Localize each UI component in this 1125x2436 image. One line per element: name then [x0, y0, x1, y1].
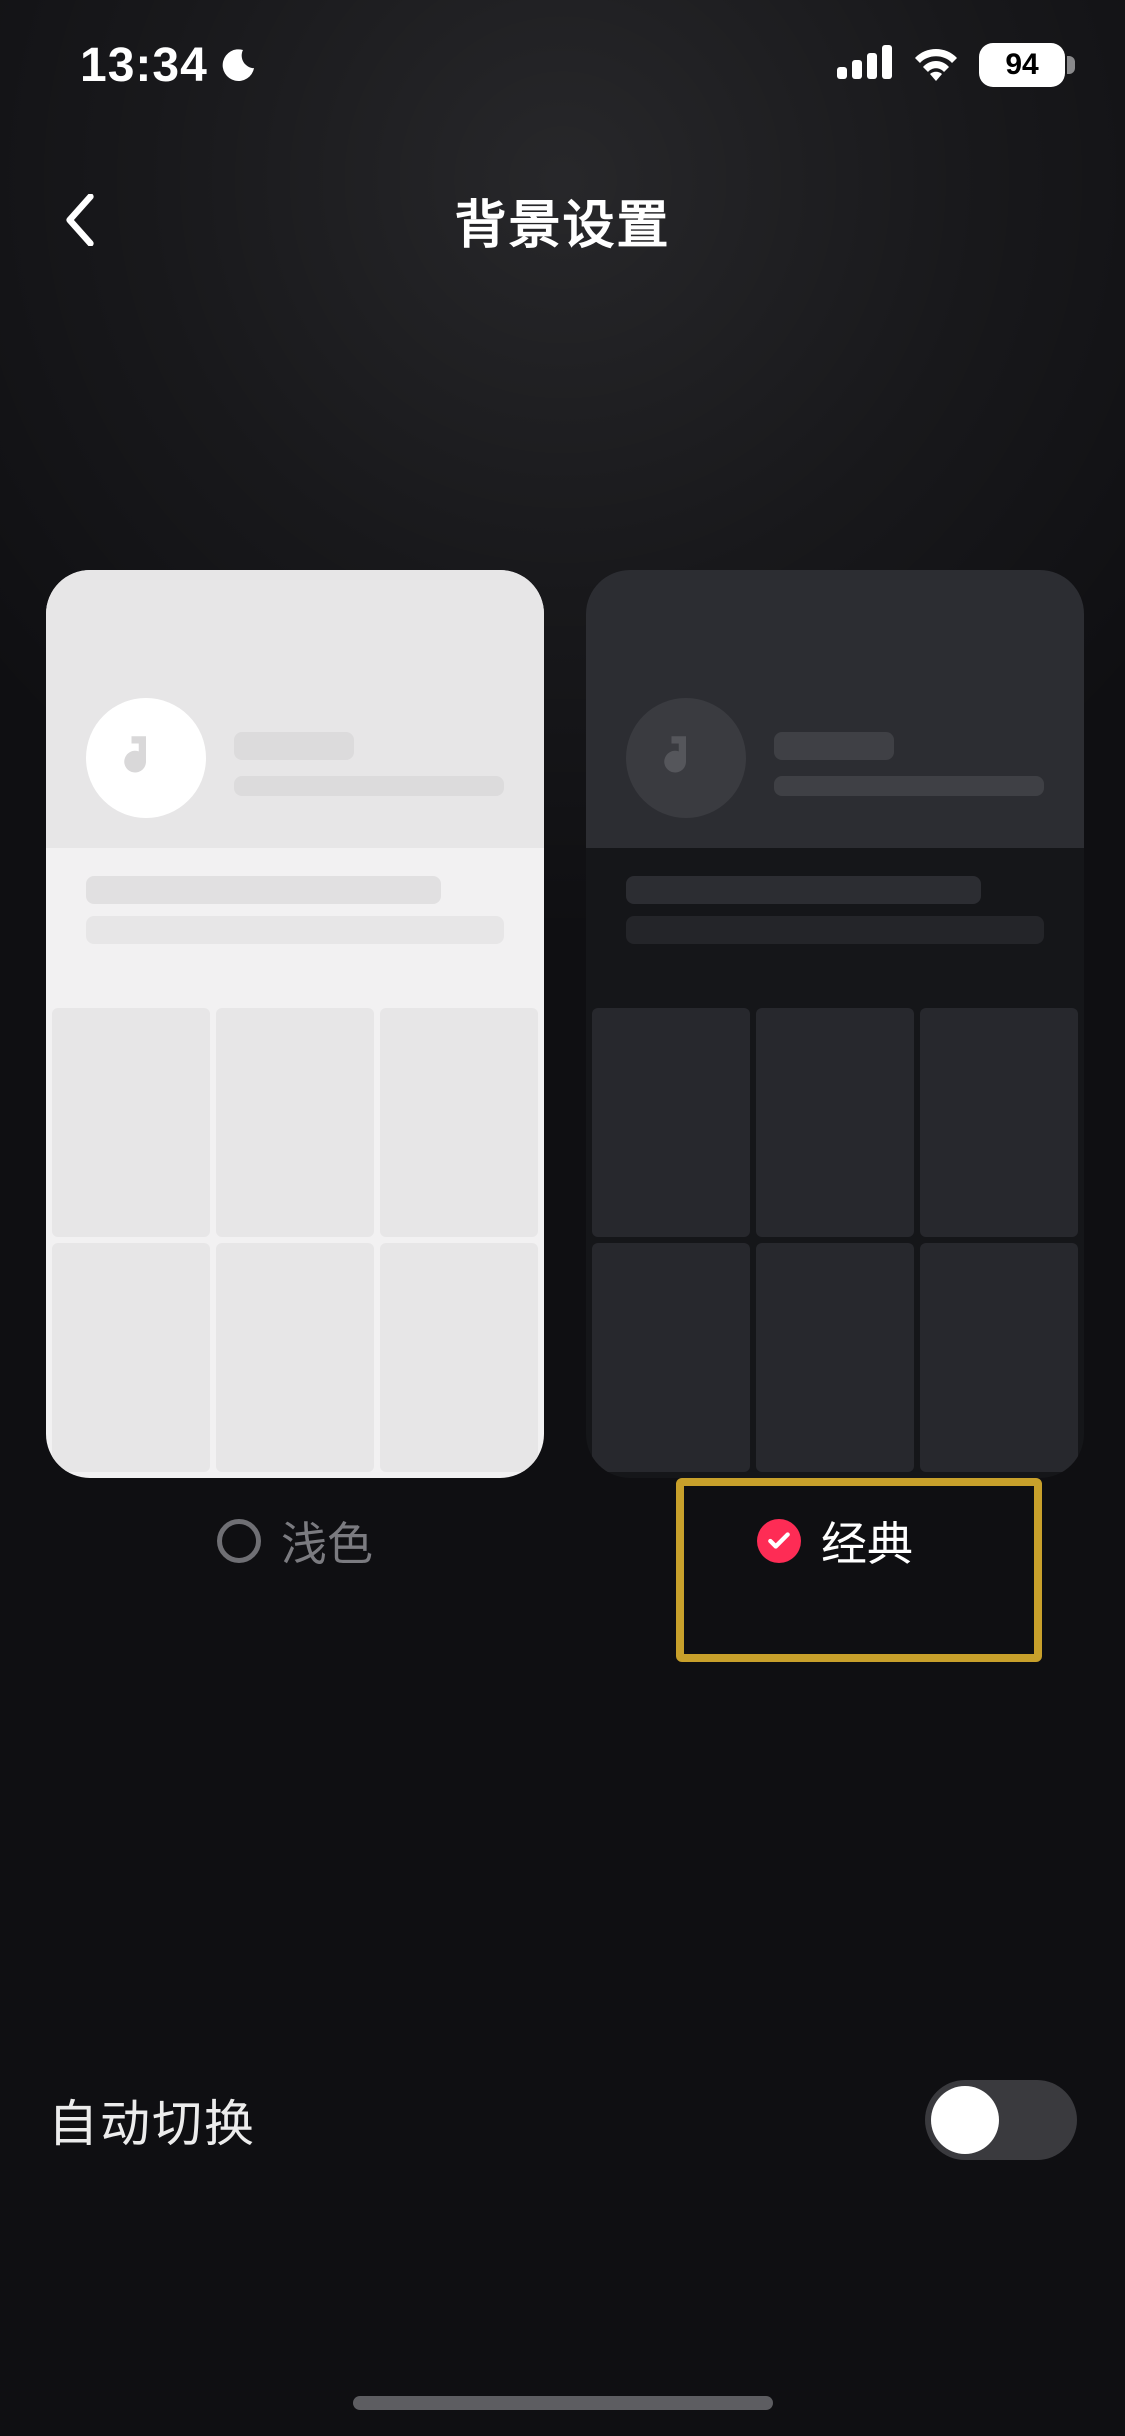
theme-preview-light: [46, 570, 544, 1478]
preview-grid-cell: [756, 1008, 914, 1237]
preview-grid-cell: [920, 1008, 1078, 1237]
wifi-icon: [911, 45, 961, 85]
back-button[interactable]: [40, 180, 120, 260]
preview-grid-cell: [52, 1243, 210, 1472]
battery-indicator: 94: [979, 43, 1065, 87]
status-time: 13:34: [80, 38, 208, 93]
preview-grid-cell: [920, 1243, 1078, 1472]
radio-unchecked-icon: [217, 1519, 261, 1563]
home-indicator: [353, 2396, 773, 2410]
preview-grid-cell: [216, 1008, 374, 1237]
preview-grid-cell: [216, 1243, 374, 1472]
auto-switch-label: 自动切换: [48, 2084, 256, 2156]
theme-option-classic-label[interactable]: 经典: [757, 1508, 913, 1574]
preview-placeholder-bar: [626, 916, 1044, 944]
preview-placeholder-bar: [626, 876, 981, 904]
preview-grid-cell: [380, 1008, 538, 1237]
status-bar: 13:34 94: [0, 0, 1125, 130]
preview-grid-cell: [592, 1243, 750, 1472]
preview-placeholder-bar: [86, 916, 504, 944]
theme-options: 浅色: [46, 570, 1079, 1574]
preview-grid-cell: [756, 1243, 914, 1472]
theme-option-light[interactable]: 浅色: [46, 570, 544, 1574]
battery-percent: 94: [1005, 48, 1038, 82]
page-title: 背景设置: [454, 183, 670, 258]
theme-label-text: 经典: [821, 1508, 913, 1574]
toggle-knob: [931, 2086, 999, 2154]
preview-grid-cell: [380, 1243, 538, 1472]
theme-label-text: 浅色: [281, 1508, 373, 1574]
auto-switch-row: 自动切换: [48, 2070, 1077, 2170]
theme-preview-classic: [586, 570, 1084, 1478]
nav-bar: 背景设置: [0, 160, 1125, 280]
radio-checked-icon: [757, 1519, 801, 1563]
auto-switch-toggle[interactable]: [925, 2080, 1077, 2160]
preview-placeholder-bar: [774, 732, 894, 760]
do-not-disturb-icon: [220, 46, 258, 84]
preview-placeholder-bar: [234, 776, 504, 796]
preview-placeholder-bar: [86, 876, 441, 904]
preview-grid-cell: [52, 1008, 210, 1237]
preview-placeholder-bar: [234, 732, 354, 760]
preview-avatar-icon: [86, 698, 206, 818]
cellular-signal-icon: [837, 45, 893, 85]
theme-option-classic[interactable]: 经典: [586, 570, 1084, 1574]
preview-grid-cell: [592, 1008, 750, 1237]
preview-avatar-icon: [626, 698, 746, 818]
preview-placeholder-bar: [774, 776, 1044, 796]
theme-option-light-label[interactable]: 浅色: [217, 1508, 373, 1574]
